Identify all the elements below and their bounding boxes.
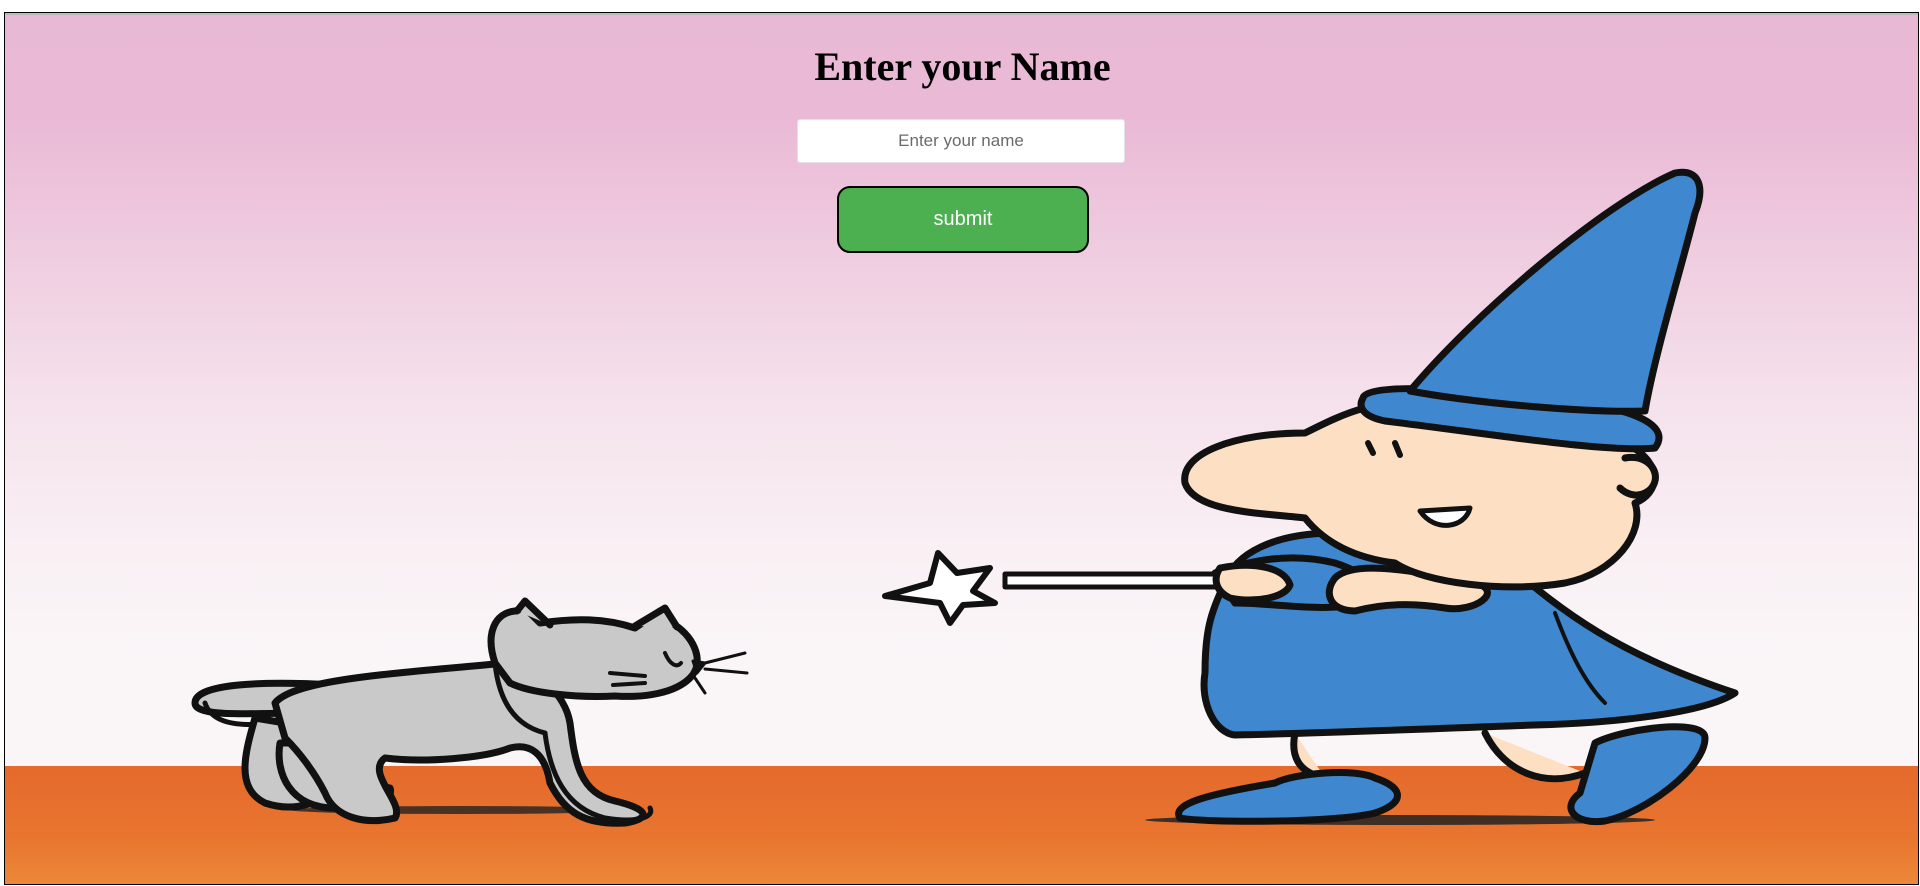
wizard-icon — [1175, 168, 1739, 826]
star-wand-icon — [882, 550, 1223, 626]
page-canvas: Enter your Name submit — [4, 12, 1919, 885]
name-input[interactable] — [797, 119, 1125, 163]
submit-button[interactable]: submit — [837, 186, 1089, 253]
page-title: Enter your Name — [814, 44, 1111, 89]
cat-icon — [191, 597, 749, 827]
